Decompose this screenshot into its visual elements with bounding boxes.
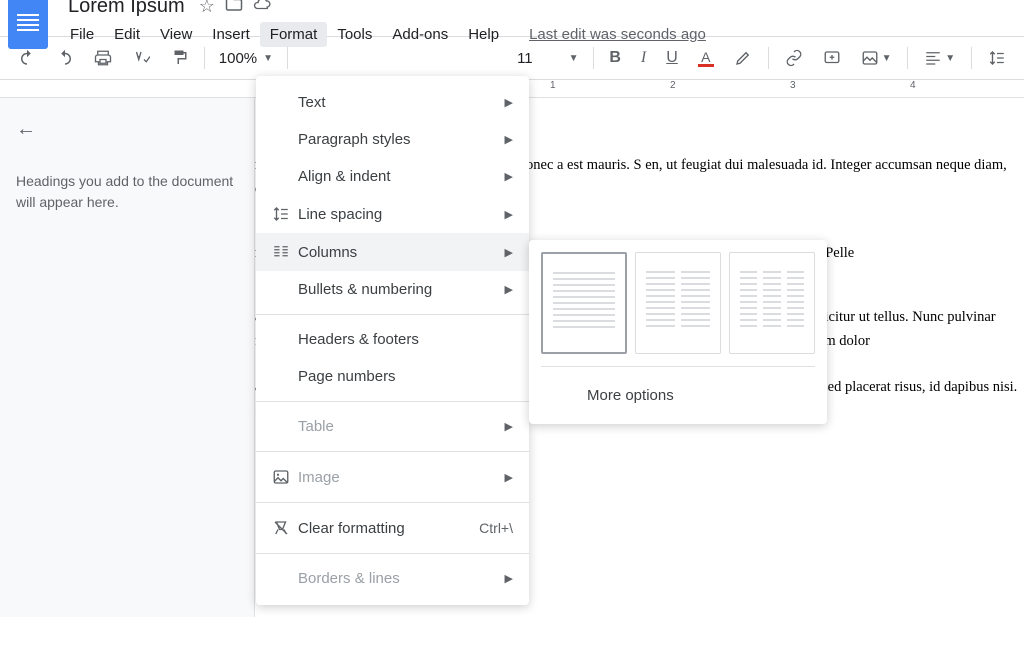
line-spacing-button[interactable] xyxy=(980,43,1014,73)
highlight-button[interactable] xyxy=(726,43,760,73)
move-icon[interactable] xyxy=(225,0,243,18)
format-menu-item[interactable]: Page numbers xyxy=(256,358,529,395)
dropdown-separator xyxy=(256,401,529,402)
menu-format[interactable]: Format xyxy=(260,22,328,47)
menu-item-label: Bullets & numbering xyxy=(298,281,505,298)
line-spacing-icon xyxy=(272,205,298,223)
toolbar-separator xyxy=(593,47,594,69)
format-menu-item[interactable]: Align & indent▶ xyxy=(256,158,529,195)
format-menu-item[interactable]: Clear formattingCtrl+\ xyxy=(256,509,529,547)
submenu-separator xyxy=(541,366,815,367)
document-title[interactable]: Lorem Ipsum xyxy=(64,0,189,20)
menu-item-label: Text xyxy=(298,94,505,111)
add-comment-button[interactable] xyxy=(815,43,849,73)
format-menu-item: Image▶ xyxy=(256,458,529,496)
font-size-select[interactable]: 11▼ xyxy=(511,50,584,67)
toolbar-separator xyxy=(287,47,288,69)
insert-link-button[interactable] xyxy=(777,43,811,73)
format-menu-item[interactable]: Line spacing▶ xyxy=(256,195,529,233)
outline-placeholder: Headings you add to the document will ap… xyxy=(16,171,238,213)
menu-item-label: Align & indent xyxy=(298,168,505,185)
print-button[interactable] xyxy=(86,43,120,73)
menu-item-label: Page numbers xyxy=(298,368,513,385)
last-edit-link[interactable]: Last edit was seconds ago xyxy=(529,26,706,43)
submenu-arrow-icon: ▶ xyxy=(505,471,513,484)
menu-shortcut: Ctrl+\ xyxy=(479,520,513,536)
submenu-arrow-icon: ▶ xyxy=(505,96,513,109)
redo-button[interactable] xyxy=(48,43,82,73)
columns-2-option[interactable] xyxy=(635,252,721,354)
ruler-mark: 1 xyxy=(550,80,556,91)
italic-button[interactable]: I xyxy=(633,43,654,73)
undo-button[interactable] xyxy=(10,43,44,73)
menu-addons[interactable]: Add-ons xyxy=(382,22,458,47)
submenu-arrow-icon: ▶ xyxy=(505,283,513,296)
format-menu-item[interactable]: Paragraph styles▶ xyxy=(256,121,529,158)
menu-item-label: Line spacing xyxy=(298,206,505,223)
spellcheck-button[interactable] xyxy=(124,43,158,73)
title-bar: Lorem Ipsum ☆ File Edit View Insert Form… xyxy=(0,0,1024,36)
toolbar-separator xyxy=(768,47,769,69)
columns-3-option[interactable] xyxy=(729,252,815,354)
paint-format-button[interactable] xyxy=(162,43,196,73)
menu-help[interactable]: Help xyxy=(458,22,509,47)
toolbar-separator xyxy=(971,47,972,69)
bold-button[interactable]: B xyxy=(601,43,629,73)
dropdown-separator xyxy=(256,502,529,503)
dropdown-separator xyxy=(256,451,529,452)
column-layout-options xyxy=(541,252,815,354)
submenu-arrow-icon: ▶ xyxy=(505,208,513,221)
ruler-mark: 2 xyxy=(670,80,676,91)
columns-submenu: More options xyxy=(529,240,827,424)
menu-tools[interactable]: Tools xyxy=(327,22,382,47)
star-icon[interactable]: ☆ xyxy=(199,0,215,17)
format-menu-item: Borders & lines▶ xyxy=(256,560,529,597)
menu-item-label: Paragraph styles xyxy=(298,131,505,148)
insert-image-button[interactable]: ▼ xyxy=(853,43,900,73)
menu-item-label: Headers & footers xyxy=(298,331,513,348)
format-menu-item: Table▶ xyxy=(256,408,529,445)
title-row: Lorem Ipsum ☆ xyxy=(60,0,706,20)
clear-icon xyxy=(272,519,298,537)
format-menu-item[interactable]: Text▶ xyxy=(256,84,529,121)
text-color-button[interactable]: A xyxy=(690,43,722,73)
menu-item-label: Table xyxy=(298,418,505,435)
ruler-mark: 3 xyxy=(790,80,796,91)
docs-logo-icon[interactable] xyxy=(8,0,48,49)
format-menu-item[interactable]: Columns▶ xyxy=(256,233,529,271)
submenu-arrow-icon: ▶ xyxy=(505,420,513,433)
columns-icon xyxy=(272,243,298,261)
toolbar-separator xyxy=(907,47,908,69)
cloud-status-icon[interactable] xyxy=(253,0,271,18)
zoom-select[interactable]: 100%▼ xyxy=(213,50,279,67)
menu-insert[interactable]: Insert xyxy=(202,22,260,47)
format-dropdown: Text▶Paragraph styles▶Align & indent▶Lin… xyxy=(256,76,529,605)
submenu-arrow-icon: ▶ xyxy=(505,133,513,146)
menu-item-label: Columns xyxy=(298,244,505,261)
format-menu-item[interactable]: Bullets & numbering▶ xyxy=(256,271,529,308)
image-icon xyxy=(272,468,298,486)
dropdown-separator xyxy=(256,553,529,554)
submenu-arrow-icon: ▶ xyxy=(505,170,513,183)
align-button[interactable]: ▼ xyxy=(916,43,963,73)
columns-1-option[interactable] xyxy=(541,252,627,354)
toolbar-separator xyxy=(204,47,205,69)
menu-item-label: Image xyxy=(298,469,505,486)
outline-back-icon[interactable]: ← xyxy=(16,118,238,141)
outline-panel: ← Headings you add to the document will … xyxy=(0,98,255,617)
underline-button[interactable]: U xyxy=(658,43,686,73)
menu-item-label: Borders & lines xyxy=(298,570,505,587)
ruler-mark: 4 xyxy=(910,80,916,91)
columns-more-options[interactable]: More options xyxy=(583,379,815,412)
submenu-arrow-icon: ▶ xyxy=(505,572,513,585)
format-menu-item[interactable]: Headers & footers xyxy=(256,321,529,358)
submenu-arrow-icon: ▶ xyxy=(505,246,513,259)
menu-item-label: Clear formatting xyxy=(298,520,479,537)
dropdown-separator xyxy=(256,314,529,315)
